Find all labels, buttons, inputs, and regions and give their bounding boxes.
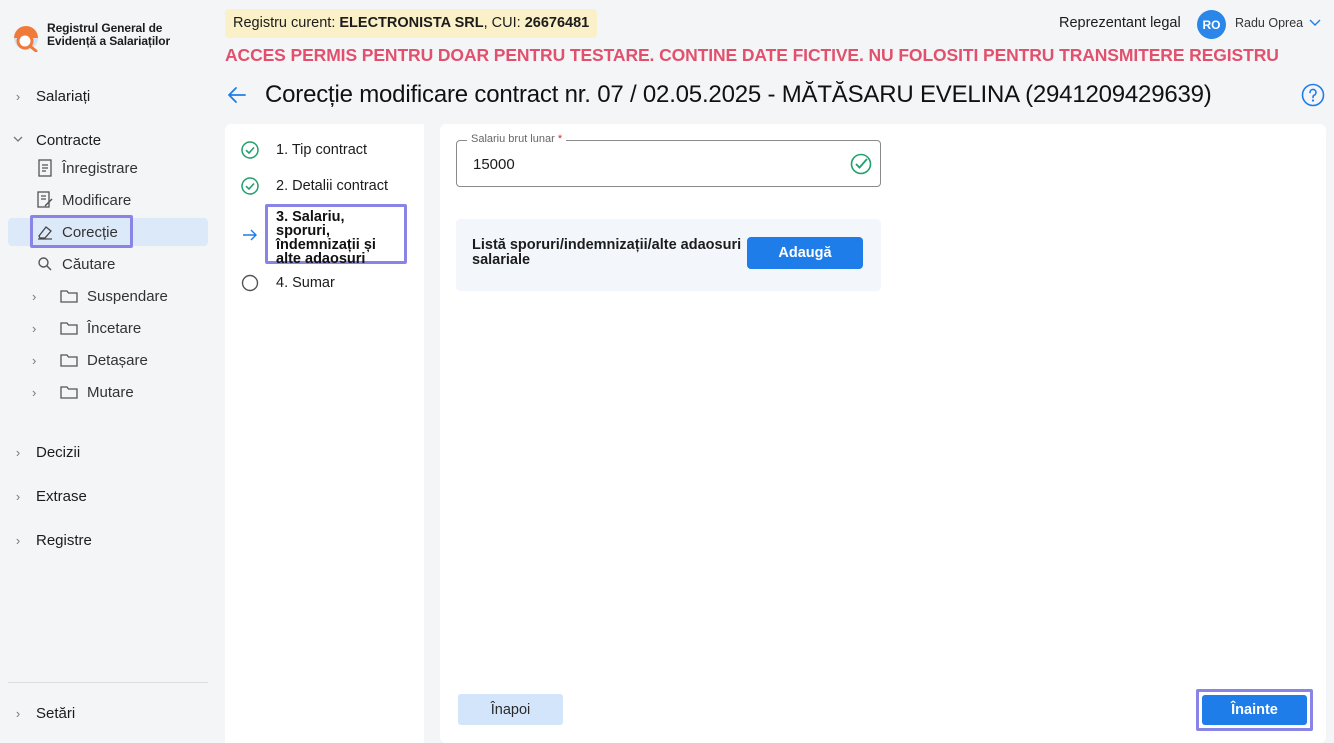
salary-input[interactable]: 15000 — [473, 156, 515, 173]
nav-cautare-label: Căutare — [62, 255, 116, 273]
chevron-right-icon: › — [15, 705, 21, 721]
step-salariu-current[interactable]: 3. Salariu, sporuri, îndemnizații și alt… — [265, 204, 407, 266]
document-icon — [36, 159, 54, 177]
nav-modificare-label: Modificare — [62, 191, 132, 209]
chevron-down-icon — [8, 133, 28, 148]
logo-line-2: Evidență a Salariaților — [47, 34, 171, 48]
folder-icon — [60, 321, 78, 335]
step-sumar[interactable]: 4. Sumar — [241, 274, 335, 292]
nav-setari-label: Setări — [36, 704, 76, 722]
current-registry-badge: Registru curent: ELECTRONISTA SRL, CUI: … — [225, 9, 598, 38]
chevron-right-icon: › — [15, 532, 21, 548]
salary-field-label: Salariu brut lunar * — [467, 133, 567, 145]
form-panel: Salariu brut lunar * 15000 Listă sporuri… — [440, 124, 1326, 743]
next-button[interactable]: Înainte — [1202, 695, 1307, 725]
nav-mutare[interactable]: › Mutare — [32, 378, 134, 406]
nav-suspendare-label: Suspendare — [87, 287, 168, 305]
allowances-label: Listă sporuri/indemnizații/alte adaosuri… — [472, 237, 742, 268]
cui-value: 26676481 — [524, 15, 590, 31]
nav-cautare[interactable]: Căutare — [36, 250, 115, 278]
required-marker: * — [557, 133, 563, 145]
folder-icon — [60, 353, 78, 367]
folder-icon — [60, 289, 78, 303]
chevron-down-icon[interactable] — [1308, 15, 1322, 29]
empty-circle-icon — [241, 274, 259, 292]
nav-contracte-label: Contracte — [36, 131, 102, 149]
step-1-label: 1. Tip contract — [276, 142, 368, 158]
next-button-highlight: Înainte — [1196, 689, 1313, 731]
back-arrow-icon[interactable] — [227, 85, 247, 105]
nav-contracte[interactable]: Contracte — [8, 126, 208, 154]
nav-extrase[interactable]: › Extrase — [8, 482, 208, 510]
nav-salariati-label: Salariați — [36, 87, 91, 105]
sidebar: Registrul General de Evidență a Salariaț… — [0, 0, 224, 743]
search-icon — [36, 255, 54, 273]
nav-detasare[interactable]: › Detașare — [32, 346, 148, 374]
wizard-stepper: 1. Tip contract 2. Detalii contract 3. S… — [225, 124, 424, 743]
chevron-right-icon: › — [15, 88, 21, 104]
nav-setari[interactable]: › Setări — [8, 699, 208, 727]
test-warning-banner: ACCES PERMIS PENTRU DOAR PENTRU TESTARE.… — [225, 45, 1279, 65]
help-icon[interactable] — [1301, 83, 1325, 107]
step-detalii-contract[interactable]: 2. Detalii contract — [241, 177, 388, 195]
check-circle-icon — [241, 177, 259, 195]
nav-inregistrare[interactable]: Înregistrare — [36, 154, 138, 182]
company-name: ELECTRONISTA SRL — [339, 15, 484, 31]
step-tip-contract[interactable]: 1. Tip contract — [241, 141, 367, 159]
nav-registre-label: Registre — [36, 531, 92, 549]
nav-suspendare[interactable]: › Suspendare — [32, 282, 168, 310]
avatar[interactable]: RO — [1197, 10, 1226, 39]
nav-salariati[interactable]: › Salariați — [8, 82, 208, 110]
step-2-label: 2. Detalii contract — [276, 178, 389, 194]
nav-decizii-label: Decizii — [36, 443, 81, 461]
sidebar-divider — [8, 682, 208, 683]
valid-check-icon — [850, 153, 872, 175]
chevron-right-icon: › — [32, 352, 37, 368]
nav-modificare[interactable]: Modificare — [36, 186, 131, 214]
check-circle-icon — [241, 141, 259, 159]
chevron-right-icon: › — [32, 320, 37, 336]
username[interactable]: Radu Oprea — [1235, 16, 1303, 30]
arrow-right-icon — [241, 226, 259, 244]
back-button[interactable]: Înapoi — [458, 694, 563, 725]
allowances-section: Listă sporuri/indemnizații/alte adaosuri… — [456, 219, 881, 291]
salary-label-text: Salariu brut lunar — [471, 133, 555, 145]
app-logo[interactable]: Registrul General de Evidență a Salariaț… — [12, 22, 171, 53]
registry-prefix: Registru curent: — [233, 15, 340, 31]
nav-incetare[interactable]: › Încetare — [32, 314, 141, 342]
corectie-highlight-box — [30, 215, 133, 248]
chevron-right-icon: › — [15, 444, 21, 460]
nav-incetare-label: Încetare — [87, 319, 142, 337]
nav-registre[interactable]: › Registre — [8, 526, 208, 554]
edit-document-icon — [36, 191, 54, 209]
chevron-right-icon: › — [32, 288, 37, 304]
salary-field[interactable]: Salariu brut lunar * 15000 — [456, 133, 881, 187]
nav-detasare-label: Detașare — [87, 351, 148, 369]
chevron-right-icon: › — [15, 488, 21, 504]
logo-icon — [12, 24, 40, 53]
chevron-right-icon: › — [32, 384, 37, 400]
nav-mutare-label: Mutare — [87, 383, 134, 401]
cui-prefix: , CUI: — [483, 15, 525, 31]
page-title: Corecție modificare contract nr. 07 / 02… — [265, 81, 1212, 108]
add-allowance-button[interactable]: Adaugă — [747, 237, 863, 269]
user-role: Reprezentant legal — [1059, 15, 1181, 31]
nav-extrase-label: Extrase — [36, 487, 87, 505]
nav-inregistrare-label: Înregistrare — [62, 159, 138, 177]
nav-decizii[interactable]: › Decizii — [8, 438, 208, 466]
step-4-label: 4. Sumar — [276, 275, 335, 291]
folder-icon — [60, 385, 78, 399]
